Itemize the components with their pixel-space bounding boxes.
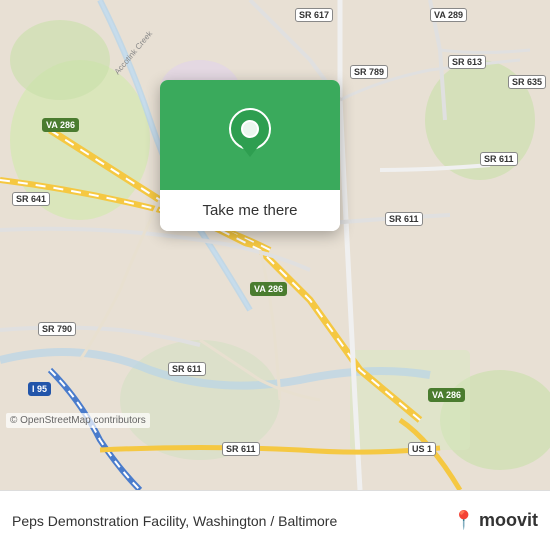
location-pin-icon: [225, 107, 275, 163]
popup-header: [160, 80, 340, 190]
badge-va286-top: VA 286: [42, 118, 79, 132]
moovit-pin-icon: 📍: [453, 510, 475, 531]
badge-i95: I 95: [28, 382, 51, 396]
badge-sr617: SR 617: [295, 8, 333, 22]
copyright-text: © OpenStreetMap contributors: [6, 413, 150, 428]
badge-sr611-right: SR 611: [480, 152, 518, 166]
badge-sr635: SR 635: [508, 75, 546, 89]
moovit-brand-text: moovit: [479, 510, 538, 531]
place-name: Peps Demonstration Facility, Washington …: [12, 513, 445, 529]
badge-va289: VA 289: [430, 8, 467, 22]
badge-sr613: SR 613: [448, 55, 486, 69]
badge-sr641: SR 641: [12, 192, 50, 206]
popup-card: Take me there: [160, 80, 340, 231]
take-me-there-button[interactable]: Take me there: [160, 190, 340, 231]
badge-sr611-mid: SR 611: [385, 212, 423, 226]
badge-us1: US 1: [408, 442, 436, 456]
badge-sr789: SR 789: [350, 65, 388, 79]
badge-sr611-bot: SR 611: [222, 442, 260, 456]
bottom-bar: Peps Demonstration Facility, Washington …: [0, 490, 550, 550]
badge-va286-mid: VA 286: [250, 282, 287, 296]
map-container: Accotink Creek SR 617 VA 289 SR 789 SR 6…: [0, 0, 550, 490]
moovit-logo: 📍 moovit: [453, 510, 538, 531]
badge-va286-low: VA 286: [428, 388, 465, 402]
badge-sr790: SR 790: [38, 322, 76, 336]
badge-sr611-low: SR 611: [168, 362, 206, 376]
